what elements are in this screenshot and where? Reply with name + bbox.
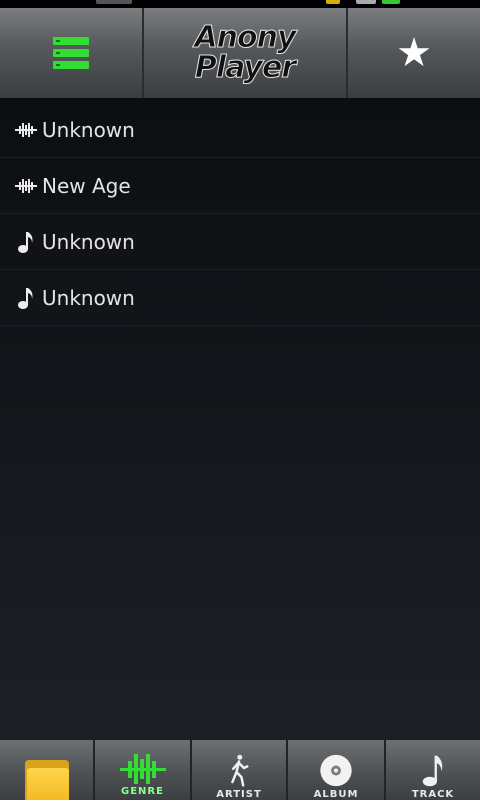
genre-waveform-icon <box>119 754 166 784</box>
signal-icon <box>356 0 376 4</box>
list-item-label: Unknown <box>42 117 135 142</box>
list-item[interactable]: Unknown <box>0 270 480 326</box>
genre-list: Unknown New Age Unknown Unknown <box>0 102 480 326</box>
top-toolbar: Anony Player ★ <box>0 8 480 100</box>
tab-track[interactable]: TRACK <box>386 740 480 800</box>
logo-line-2: Player <box>194 50 296 85</box>
tab-folder[interactable] <box>0 740 95 800</box>
app-logo-button[interactable]: Anony Player <box>144 8 348 98</box>
list-item-label: Unknown <box>42 285 135 310</box>
tab-artist[interactable]: ARTIST <box>192 740 288 800</box>
list-item-label: New Age <box>42 173 131 198</box>
tab-label: ARTIST <box>216 789 262 800</box>
tab-label: TRACK <box>411 789 455 800</box>
favorites-button[interactable]: ★ <box>348 8 480 98</box>
status-bar <box>0 0 480 8</box>
star-icon: ★ <box>396 30 432 76</box>
disc-icon <box>320 754 352 787</box>
app-logo: Anony Player <box>194 20 297 85</box>
logo-line-1: Anony <box>194 20 297 55</box>
list-item[interactable]: New Age <box>0 158 480 214</box>
list-item[interactable]: Unknown <box>0 214 480 270</box>
tab-album[interactable]: ALBUM <box>288 740 386 800</box>
bottom-tab-bar: GENRE ARTIST ALBUM TRACK <box>0 740 480 800</box>
data-activity-icon <box>326 0 340 4</box>
music-note-icon <box>422 755 443 787</box>
genre-waveform-icon <box>14 174 38 198</box>
app-screen: Anony Player ★ Unknown New Age Unknown U… <box>0 0 480 800</box>
status-indicator <box>96 0 132 4</box>
music-note-icon <box>14 230 38 254</box>
music-note-icon <box>14 286 38 310</box>
tab-genre[interactable]: GENRE <box>95 740 192 800</box>
list-item-label: Unknown <box>42 229 135 254</box>
list-item[interactable]: Unknown <box>0 102 480 158</box>
walking-person-icon <box>231 754 249 787</box>
menu-list-icon <box>53 37 89 69</box>
genre-waveform-icon <box>14 118 38 142</box>
folder-icon <box>24 756 69 800</box>
tab-label: ALBUM <box>313 789 359 800</box>
tab-label: GENRE <box>121 786 164 797</box>
battery-icon <box>382 0 400 4</box>
menu-button[interactable] <box>0 8 144 98</box>
